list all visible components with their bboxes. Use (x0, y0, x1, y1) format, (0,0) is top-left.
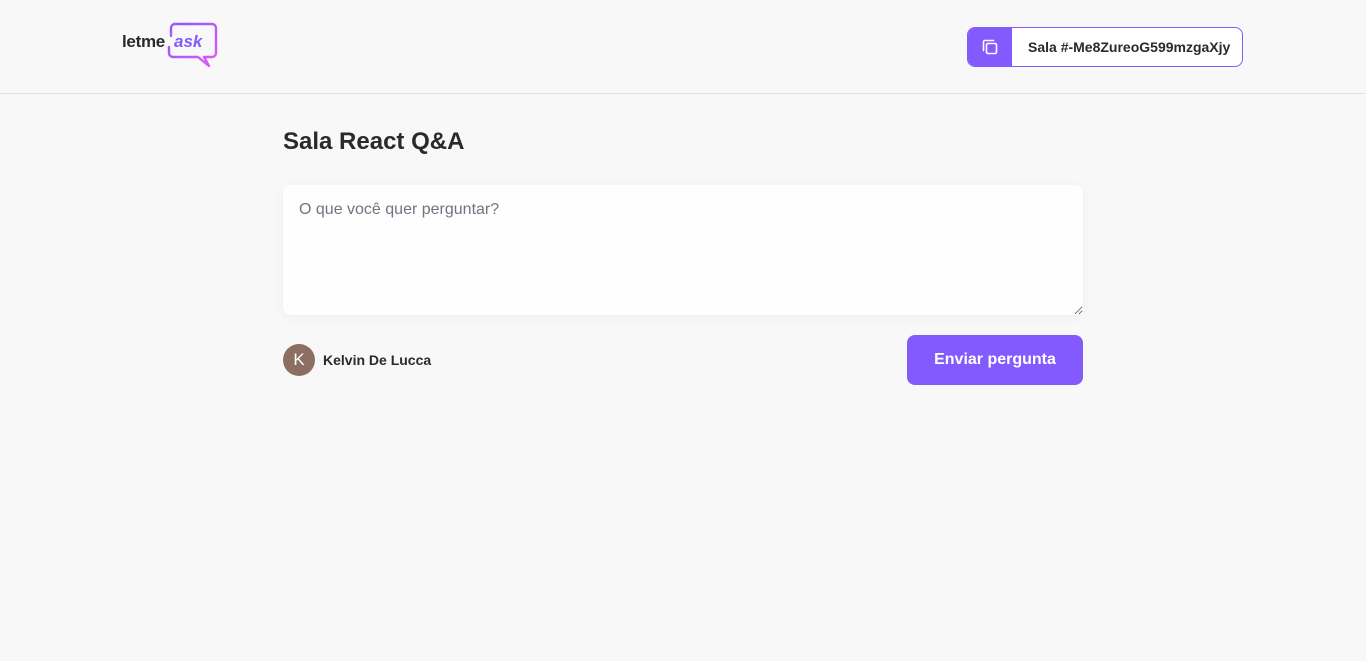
room-code-label: Sala #-Me8ZureoG599mzgaXjy (1028, 39, 1231, 55)
logo-text-accent: ask (174, 32, 204, 51)
copy-icon-container[interactable] (968, 28, 1012, 66)
logo-text-main: letme (122, 32, 165, 51)
page-title: Sala React Q&A (283, 128, 465, 155)
question-input[interactable] (283, 185, 1083, 315)
user-name: Kelvin De Lucca (323, 352, 432, 368)
page-header: letme ask Sala #-Me8ZureoG599mzgaXjy (0, 0, 1366, 94)
copy-icon (982, 39, 998, 55)
send-question-button[interactable]: Enviar pergunta (907, 335, 1083, 385)
avatar: K (283, 344, 315, 376)
logo-image: letme ask (122, 22, 218, 68)
user-info: K Kelvin De Lucca (283, 344, 431, 376)
letmeask-logo[interactable]: letme ask (122, 22, 222, 70)
room-code-button[interactable]: Sala #-Me8ZureoG599mzgaXjy (967, 27, 1243, 67)
